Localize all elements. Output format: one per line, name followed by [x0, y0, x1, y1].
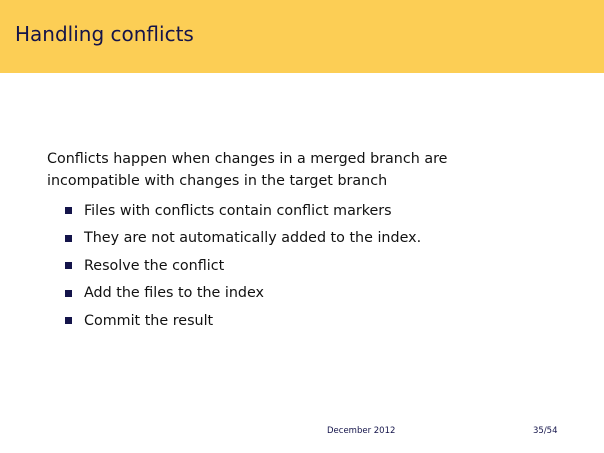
bullet-square-icon	[65, 317, 72, 325]
bullet-square-icon	[65, 262, 72, 270]
bullet-square-icon	[65, 234, 72, 242]
list-item: They are not automatically added to the …	[65, 225, 421, 253]
intro-text: Conflicts happen when changes in a merge…	[47, 151, 448, 189]
slide-header: Handling conflicts	[0, 0, 604, 73]
footer-date: December 2012	[327, 426, 396, 436]
bullet-text: Commit the result	[84, 312, 214, 329]
bullet-text: Files with conflicts contain conflict ma…	[84, 202, 392, 219]
page-number: 35/54	[533, 426, 558, 436]
bullet-text: Add the files to the index	[84, 285, 265, 302]
list-item: Resolve the conflict	[65, 252, 421, 280]
list-item: Files with conflicts contain conflict ma…	[65, 197, 421, 225]
list-item: Commit the result	[65, 307, 421, 335]
bullet-text: They are not automatically added to the …	[84, 230, 422, 247]
bullet-list: Files with conflicts contain conflict ma…	[65, 197, 421, 335]
list-item: Add the files to the index	[65, 280, 421, 308]
bullet-square-icon	[65, 207, 72, 215]
bullet-square-icon	[65, 289, 72, 297]
slide-title: Handling conflicts	[15, 22, 194, 46]
bullet-text: Resolve the conflict	[84, 257, 225, 274]
